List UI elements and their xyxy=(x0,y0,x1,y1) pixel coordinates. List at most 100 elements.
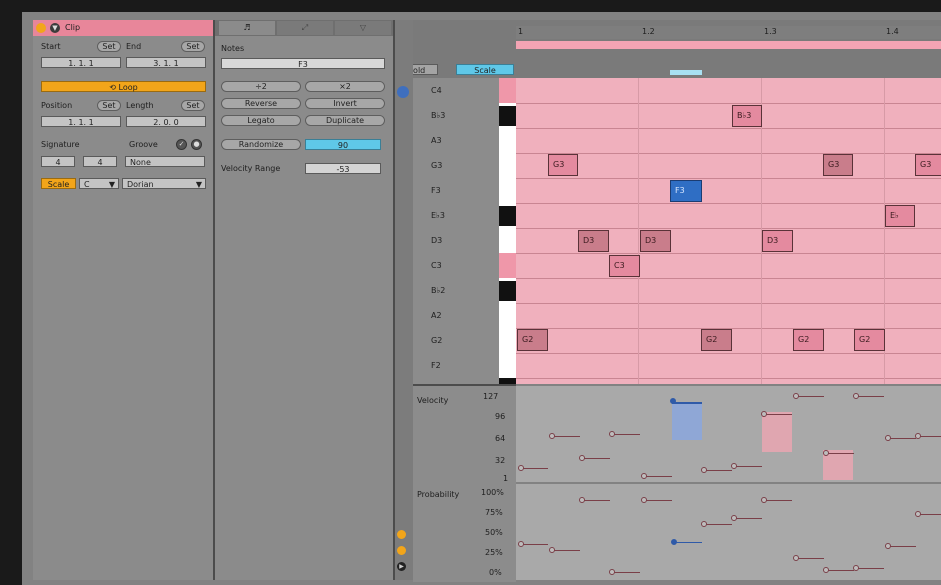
position-field[interactable]: 1. 1. 1 xyxy=(41,116,121,127)
randomize-button[interactable]: Randomize xyxy=(221,139,301,150)
value-handle[interactable] xyxy=(793,393,799,399)
midi-note[interactable]: D3 xyxy=(578,230,609,252)
value-handle[interactable] xyxy=(853,565,859,571)
end-field[interactable]: 3. 1. 1 xyxy=(126,57,206,68)
velocity-lane[interactable] xyxy=(516,386,941,482)
value-handle[interactable] xyxy=(793,555,799,561)
midi-note[interactable]: G2 xyxy=(517,329,548,351)
note-grid[interactable]: B♭3 G3 G3 G3 F3 E♭ D3 D3 D3 C3 G2 G2 G2 … xyxy=(516,78,941,384)
midi-note[interactable]: D3 xyxy=(640,230,671,252)
key-label: F2 xyxy=(431,361,441,370)
velocity-bar[interactable] xyxy=(762,412,792,452)
value-handle[interactable] xyxy=(518,465,524,471)
start-field[interactable]: 1. 1. 1 xyxy=(41,57,121,68)
value-handle[interactable] xyxy=(670,398,676,404)
note-pitch-field[interactable]: F3 xyxy=(221,58,385,69)
randomize-amount[interactable]: 90 xyxy=(305,139,381,150)
value-handle[interactable] xyxy=(701,521,707,527)
value-handle[interactable] xyxy=(885,435,891,441)
tab-mpe-icon[interactable]: ▽ xyxy=(335,21,391,35)
midi-note[interactable]: G2 xyxy=(701,329,732,351)
loop-button[interactable]: ⟲ Loop xyxy=(41,81,206,92)
divide-by-two-button[interactable]: ÷2 xyxy=(221,81,301,92)
velocity-range-field[interactable]: -53 xyxy=(305,163,381,174)
clip-activator-icon[interactable] xyxy=(36,23,46,33)
value-handle[interactable] xyxy=(609,569,615,575)
invert-button[interactable]: Invert xyxy=(305,98,385,109)
midi-note[interactable]: D3 xyxy=(762,230,793,252)
midi-note[interactable]: B♭3 xyxy=(732,105,762,127)
grid-row-line xyxy=(516,228,941,229)
scale-mode-value: Dorian xyxy=(127,180,154,189)
scale-toggle[interactable]: Scale xyxy=(41,178,76,189)
multiply-by-two-button[interactable]: ×2 xyxy=(305,81,385,92)
value-handle[interactable] xyxy=(731,515,737,521)
scale-root-select[interactable]: C ▼ xyxy=(79,178,119,189)
midi-note[interactable]: G3 xyxy=(823,154,853,176)
probability-lane-label: Probability xyxy=(417,490,460,499)
groove-hotswap-icon[interactable]: ✓ xyxy=(176,139,187,150)
midi-note[interactable]: G3 xyxy=(915,154,941,176)
signature-denominator[interactable]: 4 xyxy=(83,156,117,167)
lane-expand-icon[interactable] xyxy=(397,530,406,539)
length-field[interactable]: 2. 0. 0 xyxy=(126,116,206,127)
velocity-tick: 1 xyxy=(503,474,509,483)
value-handle[interactable] xyxy=(671,539,677,545)
value-handle[interactable] xyxy=(885,543,891,549)
midi-note[interactable]: G2 xyxy=(793,329,824,351)
black-key[interactable] xyxy=(499,206,516,226)
value-handle[interactable] xyxy=(641,473,647,479)
value-handle[interactable] xyxy=(731,463,737,469)
value-handle[interactable] xyxy=(579,497,585,503)
midi-note[interactable]: G3 xyxy=(548,154,578,176)
preview-icon[interactable] xyxy=(397,86,409,98)
piano-keyboard[interactable] xyxy=(499,78,516,384)
black-key[interactable] xyxy=(499,281,516,301)
reverse-button[interactable]: Reverse xyxy=(221,98,301,109)
value-handle[interactable] xyxy=(701,467,707,473)
value-handle[interactable] xyxy=(853,393,859,399)
lane-collapse-icon[interactable] xyxy=(397,546,406,555)
groove-commit-icon[interactable]: ● xyxy=(191,139,202,150)
value-handle[interactable] xyxy=(609,431,615,437)
value-handle[interactable] xyxy=(549,433,555,439)
start-label: Start xyxy=(41,42,61,51)
value-handle[interactable] xyxy=(579,455,585,461)
value-handle[interactable] xyxy=(518,541,524,547)
key-root[interactable] xyxy=(499,253,516,278)
key-root[interactable] xyxy=(499,78,516,103)
lane-toggle-icon[interactable]: ▶ xyxy=(397,562,406,571)
black-key[interactable] xyxy=(499,106,516,126)
duplicate-button[interactable]: Duplicate xyxy=(305,115,385,126)
value-handle[interactable] xyxy=(761,497,767,503)
tab-notes-icon[interactable]: ♬ xyxy=(219,21,275,35)
end-set-button[interactable]: Set xyxy=(181,41,205,52)
value-handle[interactable] xyxy=(823,450,829,456)
signature-numerator[interactable]: 4 xyxy=(41,156,75,167)
beat-ruler[interactable]: 1 1.2 1.3 1.4 xyxy=(516,26,941,39)
collapse-icon[interactable]: ▼ xyxy=(50,23,60,33)
probability-lane[interactable] xyxy=(516,484,941,580)
clip-header: ▼ Clip xyxy=(33,20,213,36)
tab-envelopes-icon[interactable]: ⤢ xyxy=(277,21,333,35)
loop-brace[interactable] xyxy=(516,41,941,49)
start-set-button[interactable]: Set xyxy=(97,41,121,52)
length-set-button[interactable]: Set xyxy=(181,100,205,111)
value-handle[interactable] xyxy=(761,411,767,417)
scale-highlight-button[interactable]: Scale xyxy=(456,64,514,75)
legato-button[interactable]: Legato xyxy=(221,115,301,126)
value-handle[interactable] xyxy=(641,497,647,503)
value-handle[interactable] xyxy=(915,433,921,439)
groove-select[interactable]: None xyxy=(125,156,205,167)
scale-mode-select[interactable]: Dorian ▼ xyxy=(122,178,206,189)
value-handle[interactable] xyxy=(549,547,555,553)
selected-velocity-bar[interactable] xyxy=(672,402,702,440)
midi-note[interactable]: C3 xyxy=(609,255,640,277)
value-handle[interactable] xyxy=(823,567,829,573)
midi-note[interactable]: G2 xyxy=(854,329,885,351)
position-set-button[interactable]: Set xyxy=(97,100,121,111)
scroll-indicator[interactable] xyxy=(670,70,702,75)
midi-note-selected[interactable]: F3 xyxy=(670,180,702,202)
midi-note[interactable]: E♭ xyxy=(885,205,915,227)
value-handle[interactable] xyxy=(915,511,921,517)
